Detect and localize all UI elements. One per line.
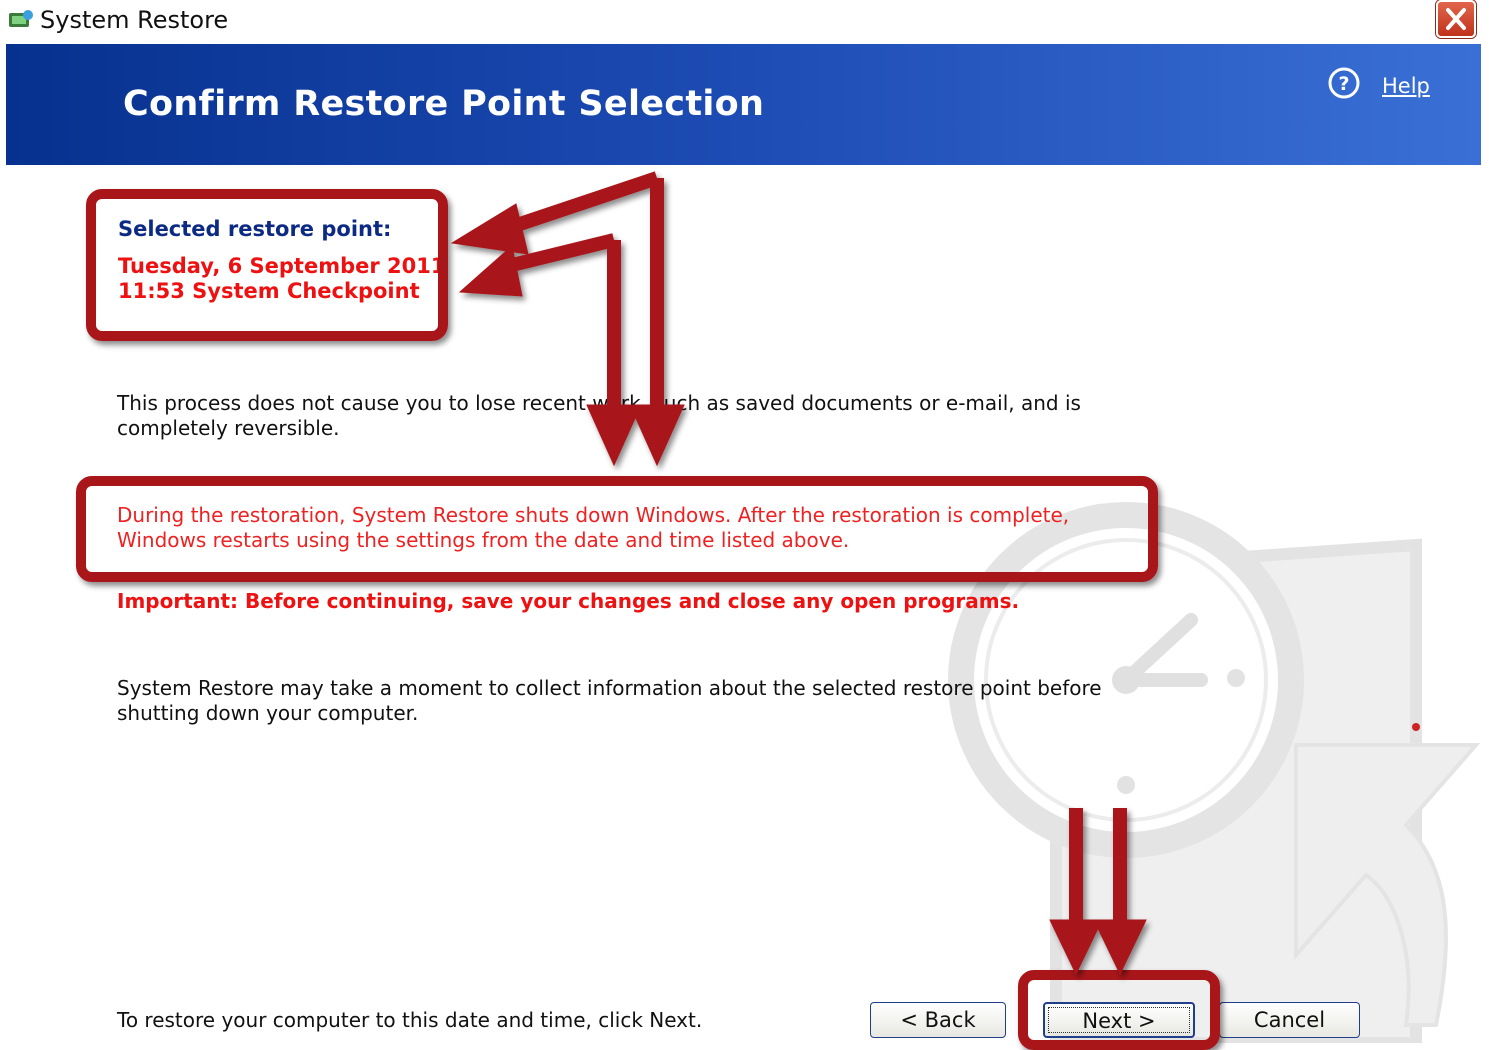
- annotation-box-next-button: [1018, 970, 1220, 1050]
- cancel-button[interactable]: Cancel: [1219, 1002, 1360, 1038]
- help-link[interactable]: Help: [1382, 74, 1430, 98]
- page-title: Confirm Restore Point Selection: [123, 84, 765, 124]
- info-paragraph-reversible: This process does not cause you to lose …: [117, 391, 1081, 440]
- footer-hint: To restore your computer to this date an…: [117, 1008, 703, 1032]
- annotation-box-restore-point: [86, 189, 448, 341]
- annotation-box-restart-note: [76, 476, 1158, 582]
- window-title: System Restore: [40, 6, 229, 34]
- important-warning: Important: Before continuing, save your …: [117, 589, 1020, 613]
- help-icon[interactable]: ?: [1327, 66, 1361, 100]
- svg-text:?: ?: [1338, 73, 1349, 95]
- info-paragraph-collect: System Restore may take a moment to coll…: [117, 676, 1102, 725]
- close-icon: [1446, 8, 1466, 30]
- title-bar: System Restore: [0, 0, 1489, 44]
- system-restore-app-icon: [9, 10, 33, 27]
- back-button[interactable]: < Back: [870, 1002, 1006, 1038]
- wizard-header: Confirm Restore Point Selection ? Help: [6, 44, 1481, 165]
- close-button[interactable]: [1436, 0, 1476, 38]
